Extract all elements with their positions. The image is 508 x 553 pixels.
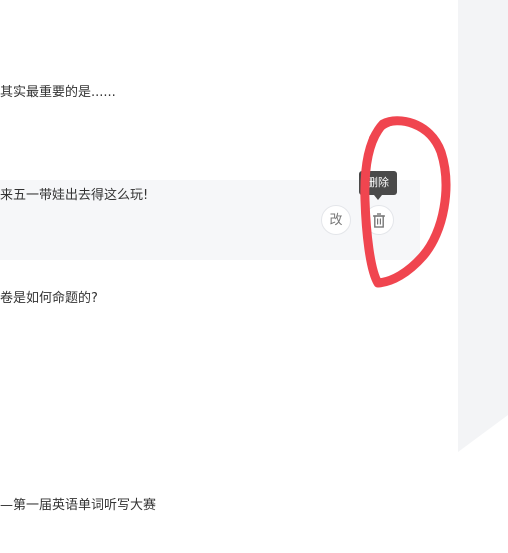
article-row[interactable]: 卷是如何命题的? (0, 290, 420, 310)
page: 其实最重要的是...... 来五一带娃出去得这么玩! 改 卷是如何命题的? —第… (0, 0, 508, 553)
article-list: 其实最重要的是...... 来五一带娃出去得这么玩! 改 卷是如何命题的? —第… (0, 0, 458, 553)
article-row-hovered[interactable]: 来五一带娃出去得这么玩! 改 (0, 180, 420, 260)
trash-icon (373, 212, 385, 228)
delete-button[interactable] (364, 205, 394, 235)
article-title[interactable]: 来五一带娃出去得这么玩! (0, 187, 148, 205)
article-row[interactable]: —第一届英语单词听写大赛 (0, 497, 420, 517)
edit-button[interactable]: 改 (321, 205, 351, 235)
edit-button-label: 改 (329, 212, 343, 228)
delete-tooltip: 删除 (359, 171, 397, 200)
article-title[interactable]: 其实最重要的是...... (0, 84, 116, 102)
article-title[interactable]: 卷是如何命题的? (0, 290, 98, 308)
article-title[interactable]: —第一届英语单词听写大赛 (0, 497, 156, 515)
right-side-panel (458, 0, 508, 452)
article-row[interactable]: 其实最重要的是...... (0, 84, 420, 104)
